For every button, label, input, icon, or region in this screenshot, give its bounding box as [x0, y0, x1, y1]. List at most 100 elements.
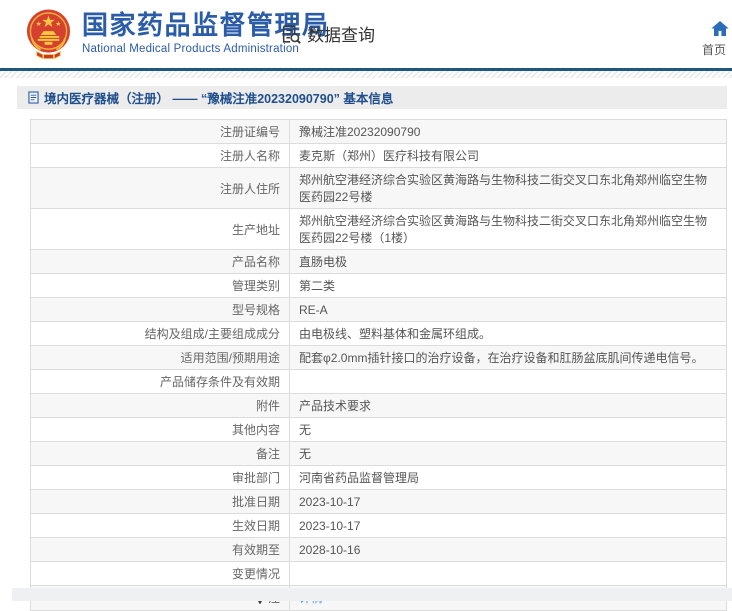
- nav-home-label: 首页: [702, 43, 727, 57]
- row-label: 管理类别: [231, 279, 280, 293]
- table-row: 有效期至 2028-10-16: [30, 537, 727, 562]
- row-label-cell: 产品名称: [30, 249, 290, 274]
- row-label-cell: 结构及组成/主要组成成分: [30, 321, 290, 346]
- row-label: 有效期至: [231, 543, 280, 557]
- national-emblem-logo: [26, 9, 71, 60]
- hatch-band: [0, 71, 732, 78]
- row-label: 生效日期: [231, 519, 280, 533]
- row-label-cell: 有效期至: [30, 537, 290, 562]
- row-label: 审批部门: [231, 471, 280, 485]
- row-value-cell: 郑州航空港经济综合实验区黄海路与生物科技二街交叉口东北角郑州临空生物医药园22号…: [289, 167, 727, 209]
- nav-data-query[interactable]: 数据查询: [280, 21, 375, 46]
- table-row: 批准日期 2023-10-17: [30, 489, 727, 514]
- header: 国家药品监督管理局 National Medical Products Admi…: [0, 0, 732, 68]
- row-value: 郑州航空港经济综合实验区黄海路与生物科技二街交叉口东北角郑州临空生物医药园22号…: [299, 214, 708, 245]
- row-value-cell: RE-A: [289, 297, 727, 322]
- row-value: RE-A: [299, 302, 328, 317]
- row-label-cell: 变更情况: [30, 561, 290, 586]
- table-row: 产品储存条件及有效期: [30, 369, 727, 394]
- row-value: 麦克斯（郑州）医疗科技有限公司: [299, 149, 480, 163]
- row-label-cell: 附件: [30, 393, 290, 418]
- row-value-cell: [289, 561, 727, 586]
- row-value: 配套φ2.0mm插针接口的治疗设备，在治疗设备和肛肠盆底肌间传递电信号。: [299, 351, 704, 365]
- table-row: 生产地址 郑州航空港经济综合实验区黄海路与生物科技二街交叉口东北角郑州临空生物医…: [30, 208, 727, 250]
- row-value-cell: 2023-10-17: [289, 489, 727, 514]
- row-value-cell: 河南省药品监督管理局: [289, 465, 727, 490]
- row-value-cell: 豫械注准20232090790: [289, 119, 727, 144]
- row-label: 注册人住所: [219, 181, 280, 196]
- document-search-icon: [280, 23, 302, 45]
- footer-strip: [12, 588, 732, 601]
- row-value: 2023-10-17: [299, 518, 361, 533]
- row-value: 河南省药品监督管理局: [299, 471, 420, 485]
- table-row: 生效日期 2023-10-17: [30, 513, 727, 538]
- row-label: 注册证编号: [219, 125, 280, 139]
- row-label: 其他内容: [231, 423, 280, 437]
- row-label: 变更情况: [231, 567, 280, 581]
- row-label-cell: 审批部门: [30, 465, 290, 490]
- nav-data-query-label: 数据查询: [307, 26, 375, 45]
- row-value: 2023-10-17: [299, 494, 361, 509]
- page-title: 境内医疗器械（注册） —— “豫械注准20232090790” 基本信息: [44, 92, 394, 106]
- row-value-cell: 无: [289, 441, 727, 466]
- table-row: 适用范围/预期用途 配套φ2.0mm插针接口的治疗设备，在治疗设备和肛肠盆底肌间…: [30, 345, 727, 370]
- row-value: 郑州航空港经济综合实验区黄海路与生物科技二街交叉口东北角郑州临空生物医药园22号…: [299, 173, 708, 204]
- row-label-cell: 管理类别: [30, 273, 290, 298]
- document-icon: [28, 91, 39, 104]
- row-value-cell: 第二类: [289, 273, 727, 298]
- row-value-cell: 配套φ2.0mm插针接口的治疗设备，在治疗设备和肛肠盆底肌间传递电信号。: [289, 345, 727, 370]
- registration-table-wrap: 注册证编号 豫械注准20232090790 注册人名称 麦克斯（郑州）医疗科技有…: [30, 119, 727, 611]
- row-value-cell: 产品技术要求: [289, 393, 727, 418]
- row-label: 适用范围/预期用途: [180, 351, 280, 365]
- table-row: 注册证编号 豫械注准20232090790: [30, 119, 727, 144]
- registration-info-table: 注册证编号 豫械注准20232090790 注册人名称 麦克斯（郑州）医疗科技有…: [30, 119, 727, 611]
- row-value-cell: 郑州航空港经济综合实验区黄海路与生物科技二街交叉口东北角郑州临空生物医药园22号…: [289, 208, 727, 250]
- row-label-cell: 生效日期: [30, 513, 290, 538]
- table-row: 其他内容 无: [30, 417, 727, 442]
- table-row: 型号规格 RE-A: [30, 297, 727, 322]
- row-value: 无: [299, 447, 312, 461]
- row-value: 直肠电极: [299, 255, 348, 269]
- row-label: 结构及组成/主要组成成分: [144, 327, 280, 341]
- table-row: 变更情况: [30, 561, 727, 586]
- row-value: 产品技术要求: [299, 399, 372, 413]
- row-value: 无: [299, 423, 312, 437]
- table-row: 审批部门 河南省药品监督管理局: [30, 465, 727, 490]
- row-label: 注册人名称: [219, 149, 280, 163]
- table-row: 管理类别 第二类: [30, 273, 727, 298]
- row-label-cell: 注册人名称: [30, 143, 290, 168]
- row-value-cell: 麦克斯（郑州）医疗科技有限公司: [289, 143, 727, 168]
- row-label: 产品储存条件及有效期: [159, 375, 280, 389]
- row-label-cell: 备注: [30, 441, 290, 466]
- table-row: 注册人名称 麦克斯（郑州）医疗科技有限公司: [30, 143, 727, 168]
- row-value: 由电极线、塑料基体和金属环组成。: [299, 327, 492, 341]
- nav-home[interactable]: 首页: [702, 19, 732, 58]
- row-label-cell: 型号规格: [30, 297, 290, 322]
- main-content: 境内医疗器械（注册） —— “豫械注准20232090790” 基本信息 注册证…: [17, 86, 727, 611]
- row-label: 备注: [255, 447, 280, 461]
- row-label-cell: 批准日期: [30, 489, 290, 514]
- row-label: 产品名称: [231, 255, 280, 269]
- row-value: 豫械注准20232090790: [299, 125, 421, 139]
- row-value-cell: [289, 369, 727, 394]
- row-label-cell: 适用范围/预期用途: [30, 345, 290, 370]
- row-label-cell: 生产地址: [30, 208, 290, 250]
- row-value-cell: 无: [289, 417, 727, 442]
- row-value-cell: 直肠电极: [289, 249, 727, 274]
- table-row: 产品名称 直肠电极: [30, 249, 727, 274]
- row-label: 生产地址: [231, 222, 280, 237]
- row-label: 批准日期: [231, 495, 280, 509]
- table-row: 备注 无: [30, 441, 727, 466]
- row-label-cell: 产品储存条件及有效期: [30, 369, 290, 394]
- home-icon: [711, 20, 729, 37]
- row-label-cell: 其他内容: [30, 417, 290, 442]
- row-value-cell: 2023-10-17: [289, 513, 727, 538]
- page-title-bar: 境内医疗器械（注册） —— “豫械注准20232090790” 基本信息: [17, 86, 727, 109]
- row-label-cell: 注册人住所: [30, 167, 290, 209]
- row-value-cell: 由电极线、塑料基体和金属环组成。: [289, 321, 727, 346]
- table-row: 注册人住所 郑州航空港经济综合实验区黄海路与生物科技二街交叉口东北角郑州临空生物…: [30, 167, 727, 209]
- row-label-cell: 注册证编号: [30, 119, 290, 144]
- table-row: 附件 产品技术要求: [30, 393, 727, 418]
- row-value-cell: 2028-10-16: [289, 537, 727, 562]
- row-label: 型号规格: [231, 303, 280, 317]
